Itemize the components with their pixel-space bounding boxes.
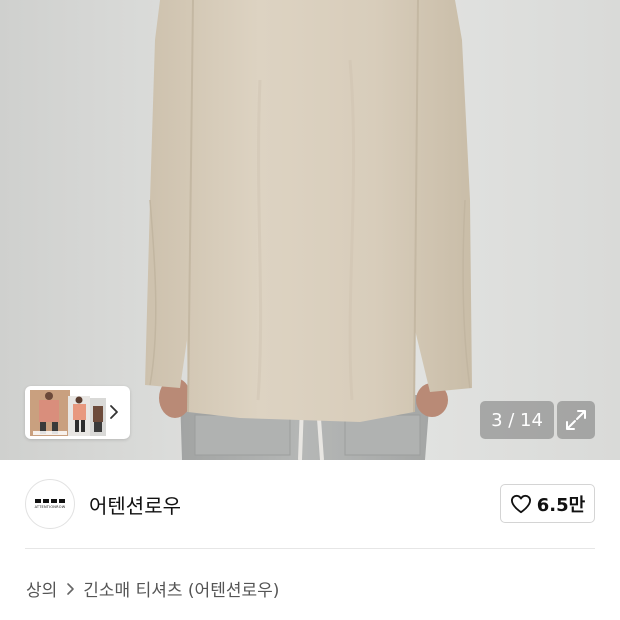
brand-row: ATTENTIONROW 어텐션로우 6.5만 (0, 460, 620, 548)
like-count: 6.5만 (536, 494, 586, 516)
chevron-right-icon (110, 405, 118, 419)
brand-name[interactable]: 어텐션로우 (89, 490, 181, 519)
expand-button[interactable] (557, 401, 595, 439)
product-image-gallery[interactable]: 3 / 14 (0, 0, 620, 460)
heart-outline-icon (510, 494, 531, 513)
pants-pocket-left (194, 414, 291, 456)
brand-logo[interactable]: ATTENTIONROW (25, 479, 75, 529)
logo-mark (35, 499, 65, 503)
thumbnail-image (30, 389, 106, 436)
logo-wordmark: ATTENTIONROW (34, 505, 66, 509)
divider (25, 548, 595, 549)
like-button[interactable]: 6.5만 (500, 484, 595, 523)
breadcrumb-subcategory[interactable]: 긴소매 티셔츠 (어텐션로우) (83, 576, 279, 601)
breadcrumb-category[interactable]: 상의 (26, 576, 57, 601)
breadcrumb: 상의 긴소매 티셔츠 (어텐션로우) (26, 576, 279, 601)
chevron-right-icon (67, 582, 75, 595)
thumbnail-strip[interactable] (25, 386, 130, 439)
shirt-shape (145, 0, 472, 422)
image-counter: 3 / 14 (480, 401, 554, 439)
expand-arrows-icon (566, 410, 586, 430)
